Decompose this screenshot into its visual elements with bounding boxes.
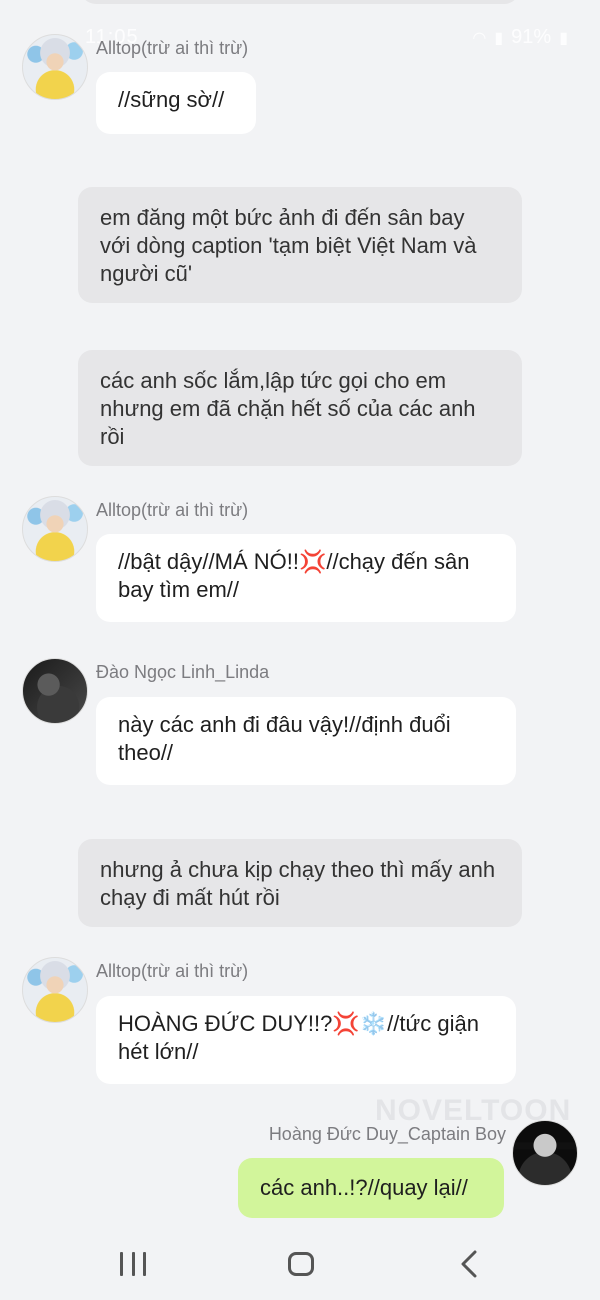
status-right: ◠ ▮ 91% ▮: [472, 26, 568, 49]
message-bubble[interactable]: HOÀNG ĐỨC DUY!!?💢❄️//tức giận hét lớn//: [96, 996, 516, 1084]
message-bubble[interactable]: này các anh đi đâu vậy!//định đuổi theo/…: [96, 697, 516, 785]
wifi-icon: ◠: [472, 29, 487, 47]
narration-bubble[interactable]: em đăng một bức ảnh đi đến sân bay với d…: [78, 187, 522, 303]
chat-screen: 11:05 ◠ ▮ 91% ▮ Alltop(trừ ai thì trừ) /…: [0, 0, 600, 1300]
narration-bubble[interactable]: các anh sốc lắm,lập tức gọi cho em nhưng…: [78, 350, 522, 466]
system-nav-bar: [0, 1230, 600, 1300]
previous-message-remnant: [80, 0, 520, 4]
avatar-alltop[interactable]: [22, 34, 88, 100]
message-bubble[interactable]: //sững sờ//: [96, 72, 256, 134]
sender-name: Alltop(trừ ai thì trừ): [96, 38, 249, 58]
home-icon[interactable]: [288, 1252, 314, 1276]
avatar-alltop[interactable]: [22, 957, 88, 1023]
sender-name: Đào Ngọc Linh_Linda: [96, 662, 270, 682]
sender-name: Hoàng Đức Duy_Captain Boy: [268, 1124, 506, 1144]
avatar-alltop[interactable]: [22, 496, 88, 562]
battery-level: 91%: [511, 26, 552, 48]
message-bubble[interactable]: //bật dậy//MÁ NÓ!!💢//chạy đến sân bay tì…: [96, 534, 516, 622]
sender-name: Alltop(trừ ai thì trừ): [96, 500, 249, 520]
signal-icon: ▮: [494, 29, 504, 47]
battery-icon: ▮: [559, 29, 568, 47]
avatar-linh[interactable]: [22, 658, 88, 724]
back-icon[interactable]: [460, 1250, 478, 1278]
my-message-bubble[interactable]: các anh..!?//quay lại//: [238, 1158, 504, 1218]
sender-name: Alltop(trừ ai thì trừ): [96, 961, 249, 981]
narration-bubble[interactable]: nhưng ả chưa kịp chạy theo thì mấy anh c…: [78, 839, 522, 927]
avatar-duy[interactable]: [512, 1120, 578, 1186]
recent-apps-icon[interactable]: [120, 1252, 146, 1278]
status-bar: 11:05 ◠ ▮ 91% ▮: [0, 22, 600, 58]
